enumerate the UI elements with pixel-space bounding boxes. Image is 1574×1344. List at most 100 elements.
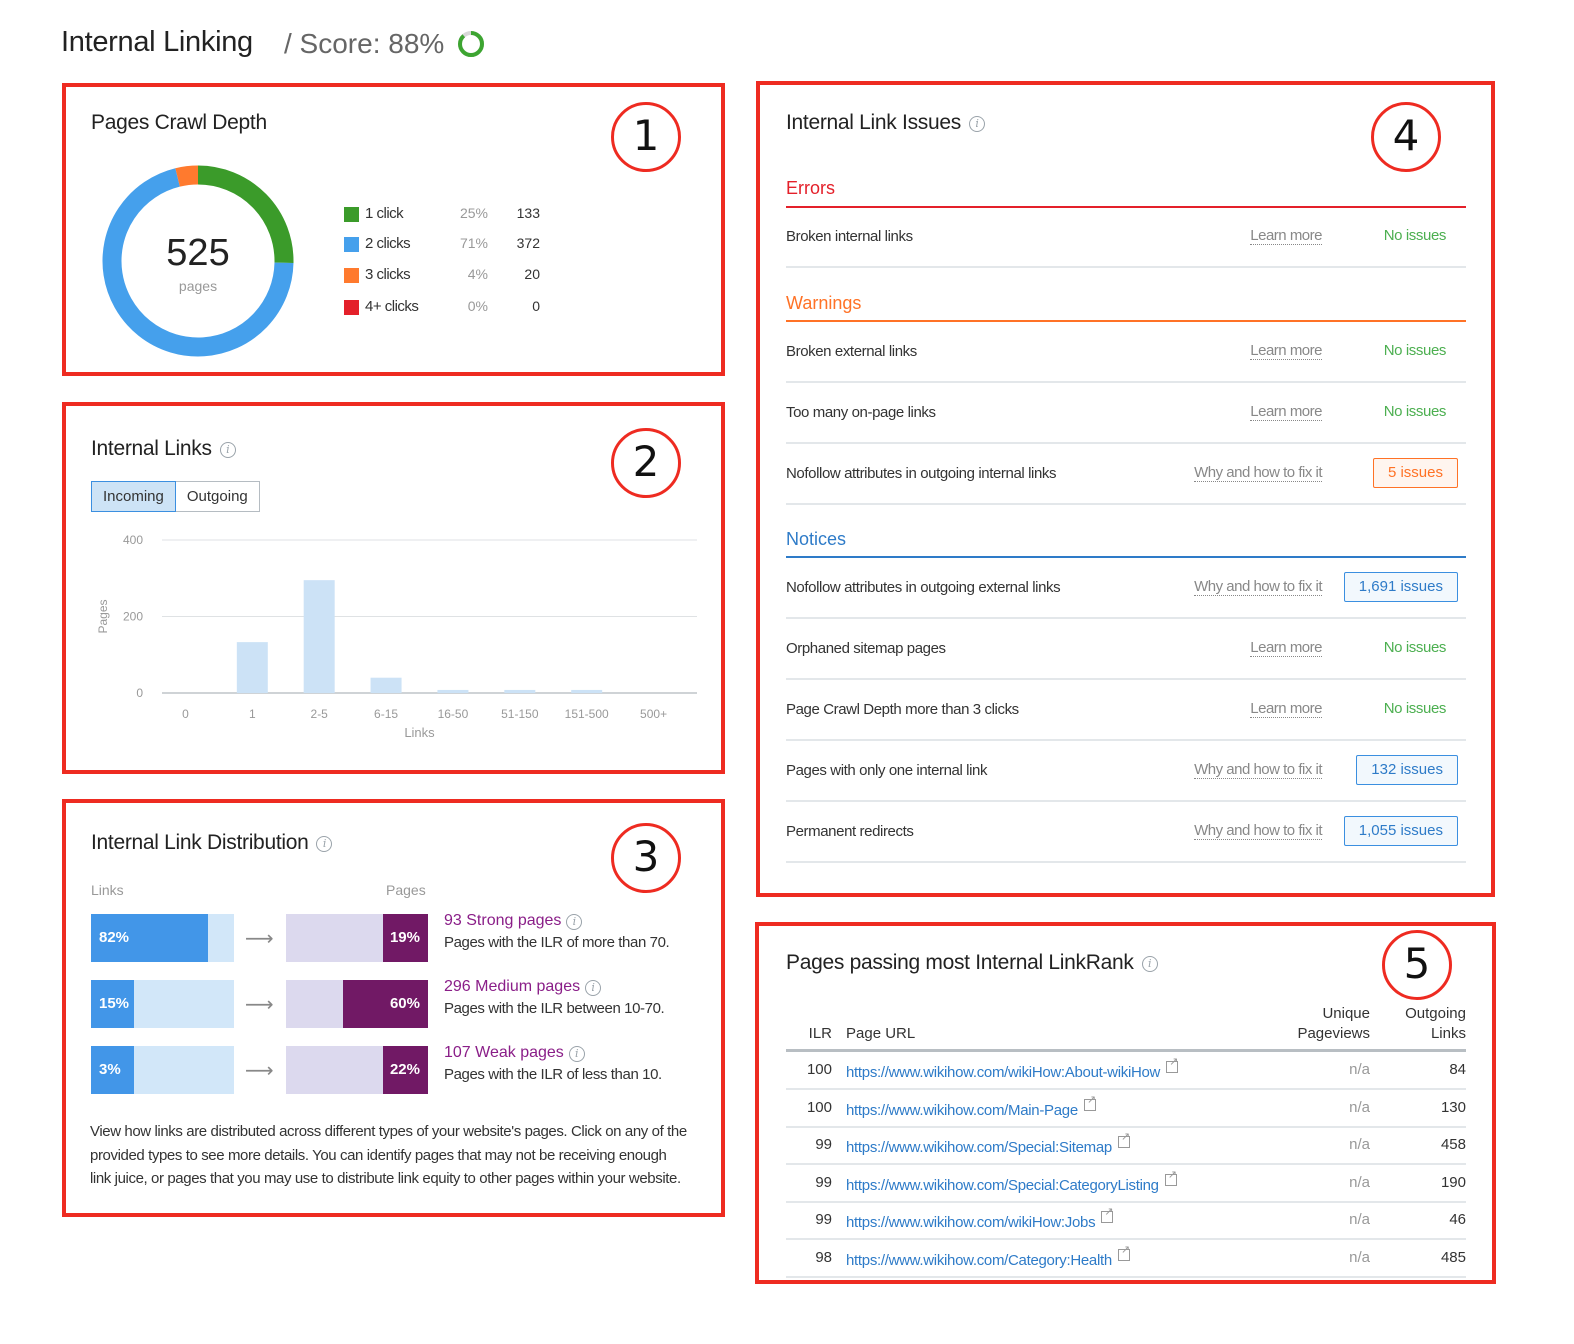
- page-url-text[interactable]: https://www.wikihow.com/Main-Page: [846, 1102, 1078, 1119]
- external-link-icon[interactable]: [1117, 1243, 1130, 1261]
- learn-more-link[interactable]: Learn more: [1250, 403, 1322, 421]
- page-url-text[interactable]: https://www.wikihow.com/Category:Health: [846, 1252, 1112, 1269]
- x-tick-label: 6-15: [374, 707, 398, 721]
- issue-name: Broken external links: [786, 343, 917, 360]
- issue-name: Nofollow attributes in outgoing external…: [786, 579, 1061, 596]
- pages-pct: 60%: [389, 995, 420, 1012]
- learn-more-link[interactable]: Learn more: [1250, 700, 1322, 718]
- distribution-row-weak[interactable]: 3% ⟶ 22% 107 Weak pages i Pages with the …: [91, 1044, 701, 1094]
- info-icon[interactable]: i: [1141, 956, 1158, 972]
- x-tick-label: 151-500: [565, 707, 609, 721]
- issue-group-title-errors: Errors: [786, 178, 835, 198]
- page-url-link[interactable]: https://www.wikihow.com/Special:Category…: [846, 1168, 1177, 1194]
- legend-pct: 25%: [459, 205, 488, 221]
- learn-more-link[interactable]: Learn more: [1250, 342, 1322, 360]
- distribution-type-link[interactable]: 107 Weak pages i: [444, 1044, 585, 1062]
- info-icon[interactable]: i: [566, 914, 583, 930]
- issues-count-button[interactable]: 5 issues: [1372, 458, 1458, 488]
- issue-name: Too many on-page links: [786, 404, 936, 421]
- why-how-fix-link[interactable]: Why and how to fix it: [1194, 578, 1322, 596]
- column-header-pageviews[interactable]: Unique Pageviews: [1270, 1004, 1370, 1044]
- distribution-type-title[interactable]: 107 Weak pages: [444, 1044, 564, 1061]
- page-url-link[interactable]: https://www.wikihow.com/wikiHow:Jobs: [846, 1205, 1114, 1231]
- legend-count: 133: [516, 205, 540, 221]
- column-header-url[interactable]: Page URL: [846, 1024, 915, 1044]
- info-icon[interactable]: i: [968, 116, 985, 132]
- annotation-number-4: 4: [1371, 102, 1441, 172]
- links-pct: 3%: [99, 1061, 121, 1078]
- distribution-title-text: Internal Link Distribution: [91, 831, 309, 854]
- distribution-type-link[interactable]: 296 Medium pages i: [444, 978, 602, 996]
- links-pct: 15%: [99, 995, 130, 1012]
- page-url-text[interactable]: https://www.wikihow.com/wikiHow:Jobs: [846, 1214, 1096, 1231]
- page-url-link[interactable]: https://www.wikihow.com/Special:Sitemap: [846, 1130, 1130, 1156]
- legend-item-1-click[interactable]: 1 click 25% 133: [344, 204, 544, 226]
- score-label: / Score: 88%: [284, 28, 445, 59]
- legend-pct: 0%: [467, 298, 488, 314]
- tab-outgoing[interactable]: Outgoing: [175, 481, 260, 512]
- column-header-outgoing[interactable]: Outgoing Links: [1380, 1004, 1466, 1044]
- distribution-type-title[interactable]: 296 Medium pages: [444, 978, 580, 995]
- external-link-icon[interactable]: [1166, 1055, 1179, 1073]
- page-url-text[interactable]: https://www.wikihow.com/wikiHow:About-wi…: [846, 1064, 1160, 1081]
- page-url-text[interactable]: https://www.wikihow.com/Special:Sitemap: [846, 1139, 1112, 1156]
- issue-group-title-notices: Notices: [786, 529, 847, 549]
- info-icon[interactable]: i: [585, 980, 602, 996]
- distribution-row-medium[interactable]: 15% ⟶ 60% 296 Medium pages i Pages with t…: [91, 978, 701, 1028]
- page-url-link[interactable]: https://www.wikihow.com/Main-Page: [846, 1093, 1096, 1119]
- external-link-icon[interactable]: [1083, 1093, 1096, 1111]
- issue-group-title-warnings: Warnings: [786, 293, 862, 313]
- issue-row: Page Crawl Depth more than 3 clicks Learn…: [786, 680, 1466, 741]
- issues-count-button[interactable]: 132 issues: [1356, 755, 1458, 785]
- page-url-link[interactable]: https://www.wikihow.com/Category:Health: [846, 1243, 1130, 1269]
- legend-item-4plus-clicks[interactable]: 4+ clicks 0% 0: [344, 297, 544, 319]
- no-issues-status: No issues: [1383, 227, 1447, 244]
- external-link-icon[interactable]: [1117, 1130, 1130, 1149]
- why-how-fix-link[interactable]: Why and how to fix it: [1194, 761, 1322, 779]
- external-link-icon[interactable]: [1164, 1168, 1177, 1186]
- legend-pct: 71%: [459, 235, 488, 251]
- distribution-type-title[interactable]: 93 Strong pages: [444, 912, 561, 929]
- column-header-ilr[interactable]: ILR: [800, 1024, 832, 1044]
- pageviews-cell: n/a: [1349, 1173, 1370, 1191]
- issues-count-button[interactable]: 1,691 issues: [1343, 572, 1458, 602]
- bar-6-15[interactable]: [370, 677, 402, 693]
- crawl-depth-total-label: pages: [178, 278, 218, 294]
- outgoing-links-cell: 46: [1449, 1211, 1466, 1229]
- distribution-row-strong[interactable]: 82% ⟶ 19% 93 Strong pages i Pages with th…: [91, 912, 701, 962]
- page-url-link[interactable]: https://www.wikihow.com/wikiHow:About-wi…: [846, 1055, 1179, 1081]
- issue-row: Broken internal links Learn more No issues: [786, 207, 1466, 268]
- issues-count-button[interactable]: 1,055 issues: [1343, 816, 1458, 846]
- page-title: Internal Linking: [61, 26, 253, 58]
- bar-16-50[interactable]: [437, 689, 469, 693]
- bar-151-500[interactable]: [571, 689, 603, 693]
- pages-column-label: Pages: [386, 882, 426, 898]
- learn-more-link[interactable]: Learn more: [1250, 227, 1322, 245]
- internal-links-title-text: Internal Links: [91, 437, 212, 460]
- info-icon[interactable]: i: [219, 442, 236, 458]
- y-tick-label: 400: [123, 533, 143, 547]
- annotation-number-5: 5: [1382, 930, 1452, 1000]
- pages-bar: 22%: [286, 1046, 428, 1094]
- tab-incoming[interactable]: Incoming: [91, 481, 176, 512]
- legend-item-3-clicks[interactable]: 3 clicks 4% 20: [344, 265, 544, 287]
- bar-1[interactable]: [236, 642, 268, 693]
- legend-swatch: [344, 237, 359, 252]
- legend-item-2-clicks[interactable]: 2 clicks 71% 372: [344, 234, 544, 256]
- ilr-cell: 100: [806, 1061, 832, 1078]
- external-link-icon[interactable]: [1101, 1205, 1114, 1224]
- score-ring-icon: [458, 31, 484, 57]
- learn-more-link[interactable]: Learn more: [1250, 639, 1322, 657]
- no-issues-status: No issues: [1383, 403, 1447, 420]
- info-icon[interactable]: i: [316, 836, 333, 852]
- distribution-type-link[interactable]: 93 Strong pages i: [444, 912, 583, 930]
- issue-name: Permanent redirects: [786, 823, 914, 840]
- why-how-fix-link[interactable]: Why and how to fix it: [1194, 464, 1322, 482]
- bar-51-150[interactable]: [504, 689, 536, 693]
- page-url-text[interactable]: https://www.wikihow.com/Special:Category…: [846, 1177, 1159, 1194]
- why-how-fix-link[interactable]: Why and how to fix it: [1194, 822, 1322, 840]
- info-icon[interactable]: i: [568, 1046, 585, 1062]
- donut-segment-3-clicks[interactable]: [175, 165, 199, 187]
- bar-2-5[interactable]: [303, 580, 335, 693]
- table-row: 100 https://www.wikihow.com/wikiHow:About…: [786, 1052, 1466, 1090]
